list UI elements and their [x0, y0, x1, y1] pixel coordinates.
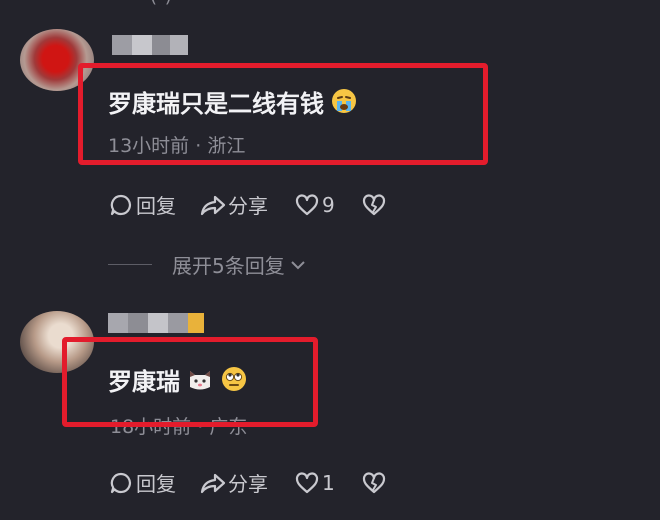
highlight-box [78, 63, 488, 165]
speech-bubble-icon [110, 472, 132, 493]
reply-button[interactable]: 回复 [108, 468, 176, 497]
like-button[interactable]: 9 [294, 192, 335, 218]
dislike-button[interactable] [361, 192, 387, 218]
like-button[interactable]: 1 [294, 470, 335, 496]
expand-replies[interactable]: 展开5条回复 [108, 250, 308, 279]
broken-heart-icon [362, 193, 385, 215]
heart-icon [295, 193, 319, 215]
heart-icon [295, 471, 319, 493]
comment-actions: 回复 分享 9 [108, 190, 387, 219]
share-button[interactable]: 分享 [200, 468, 268, 497]
previous-comment-fragment: ( ) [150, 0, 173, 7]
speech-bubble-icon [110, 194, 132, 215]
comment-actions: 回复 分享 1 [108, 468, 387, 497]
broken-heart-icon [362, 471, 385, 493]
chevron-down-icon [291, 260, 305, 269]
divider [108, 264, 152, 265]
highlight-box [62, 337, 318, 427]
share-arrow-icon [200, 473, 226, 493]
reply-button[interactable]: 回复 [108, 190, 176, 219]
share-button[interactable]: 分享 [200, 190, 268, 219]
share-arrow-icon [200, 195, 226, 215]
username-pixelated[interactable] [112, 35, 188, 55]
dislike-button[interactable] [361, 470, 387, 496]
username-pixelated[interactable] [108, 313, 204, 333]
